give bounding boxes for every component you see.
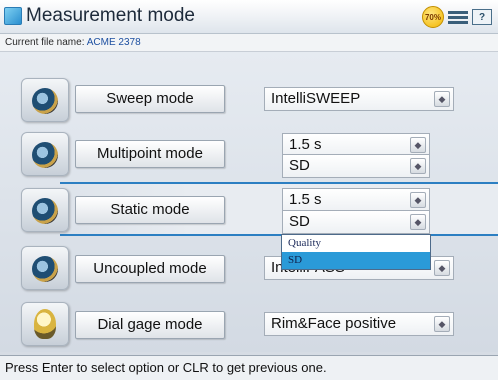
uncoupled-mode-button[interactable]: Uncoupled mode xyxy=(75,255,225,283)
help-icon[interactable]: ? xyxy=(472,9,492,25)
multipoint-mode-button[interactable]: Multipoint mode xyxy=(75,140,225,168)
file-name-label: Current file name: xyxy=(5,37,85,48)
multipoint-filter-select[interactable]: SD ◆ xyxy=(282,154,430,178)
spin-arrow-icon[interactable]: ◆ xyxy=(410,192,426,208)
sweep-mode-value: IntelliSWEEP xyxy=(271,90,361,107)
static-filter-select[interactable]: SD ◆ xyxy=(282,210,430,234)
app-icon xyxy=(4,7,22,25)
sweep-mode-select[interactable]: IntelliSWEEP ◆ xyxy=(264,87,454,111)
static-mode-icon xyxy=(21,188,69,232)
static-filter-value: SD xyxy=(289,213,310,230)
static-mode-button[interactable]: Static mode xyxy=(75,196,225,224)
spin-arrow-icon[interactable]: ◆ xyxy=(410,158,426,174)
static-mode-row: Static mode 1.5 s ◆ SD ◆ xyxy=(0,186,498,234)
spin-arrow-icon[interactable]: ◆ xyxy=(410,214,426,230)
multipoint-interval-value: 1.5 s xyxy=(289,136,322,153)
dial-gage-mode-button[interactable]: Dial gage mode xyxy=(75,311,225,339)
dropdown-option-sd[interactable]: SD xyxy=(282,252,430,269)
sweep-mode-button[interactable]: Sweep mode xyxy=(75,85,225,113)
file-name-bar: Current file name: ACME 2378 xyxy=(0,34,498,52)
sweep-mode-icon xyxy=(21,78,69,122)
static-interval-value: 1.5 s xyxy=(289,191,322,208)
spin-arrow-icon[interactable]: ◆ xyxy=(434,316,450,332)
filter-dropdown-list[interactable]: Quality SD xyxy=(281,234,431,270)
dropdown-option-quality[interactable]: Quality xyxy=(282,235,430,252)
multipoint-mode-icon xyxy=(21,132,69,176)
dial-gage-mode-select[interactable]: Rim&Face positive ◆ xyxy=(264,312,454,336)
status-icons: 70% ? xyxy=(422,6,492,28)
window-title: Measurement mode xyxy=(26,5,195,26)
multipoint-mode-row: Multipoint mode 1.5 s ◆ SD ◆ xyxy=(0,130,498,178)
file-name-value: ACME 2378 xyxy=(86,37,141,48)
title-bar: Measurement mode 70% ? xyxy=(0,0,498,34)
status-bar: Press Enter to select option or CLR to g… xyxy=(0,355,498,380)
dial-gage-mode-value: Rim&Face positive xyxy=(271,315,397,332)
spin-arrow-icon[interactable]: ◆ xyxy=(434,91,450,107)
multipoint-filter-value: SD xyxy=(289,157,310,174)
uncoupled-mode-icon xyxy=(21,246,69,290)
static-interval-select[interactable]: 1.5 s ◆ xyxy=(282,188,430,212)
sweep-mode-row: Sweep mode IntelliSWEEP ◆ xyxy=(0,76,498,124)
spin-arrow-icon[interactable]: ◆ xyxy=(410,137,426,153)
spin-arrow-icon[interactable]: ◆ xyxy=(434,260,450,276)
dial-gage-mode-icon xyxy=(21,302,69,346)
menu-lines-icon xyxy=(448,9,468,25)
battery-icon: 70% xyxy=(422,6,444,28)
dial-gage-mode-row: Dial gage mode Rim&Face positive ◆ xyxy=(0,300,498,348)
